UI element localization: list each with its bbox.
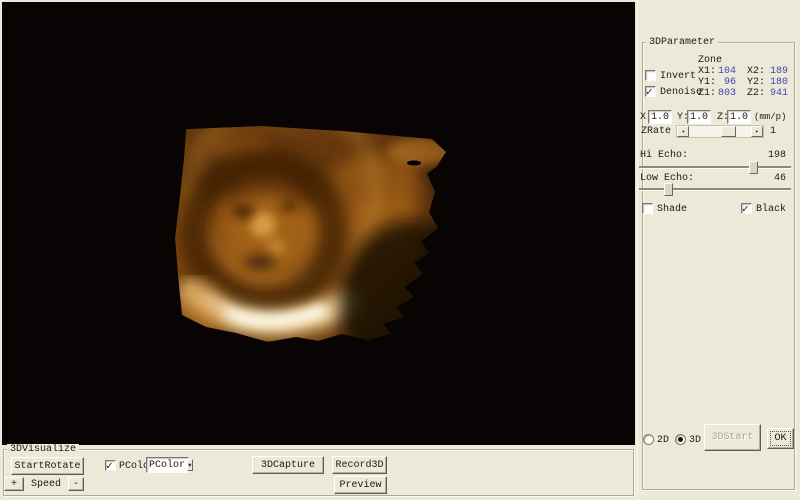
hi-echo-label: Hi Echo: [640,150,689,161]
render-viewport[interactable] [2,2,635,445]
zone-z2-value: 941 [769,88,788,99]
zone-y2-value: 180 [769,77,788,88]
ultrasound-render [2,2,635,445]
mode-3d-radio[interactable] [675,434,686,445]
black-checkbox[interactable] [741,202,752,216]
3dcapture-button[interactable]: 3DCapture [252,456,324,474]
pcolor-select[interactable]: PColor ▼ [146,457,193,473]
pcolor-select-arrow-icon[interactable]: ▼ [187,459,193,471]
start-rotate-button[interactable]: StartRotate [11,457,84,475]
speed-plus-button[interactable]: + [4,477,24,491]
parameter-panel-title: 3DParameter [646,37,719,48]
zone-x2-value: 189 [769,66,788,77]
z-scale-input[interactable] [727,110,751,124]
parameter-panel: 3DParameter Invert Denoise Zone X1: 104 … [637,0,800,500]
zone-x1-value: 104 [717,66,736,77]
zrate-scrollbar[interactable]: ◂ ▸ [676,125,764,138]
zrate-value: 1 [770,126,777,137]
record3d-button[interactable]: Record3D [332,456,387,474]
pcolor-select-value: PColor [149,459,186,471]
3dstart-button[interactable]: 3DStart [704,424,761,451]
denoise-checkbox[interactable] [645,85,656,99]
invert-checkbox[interactable] [645,70,656,81]
low-echo-slider-thumb[interactable] [664,183,673,196]
zone-label: Zone [698,55,723,66]
app-window: { "window": { "background_color": "#ece9… [0,0,800,500]
zone-z1-value: 803 [717,88,736,99]
black-label: Black [756,204,787,215]
preview-button[interactable]: Preview [334,476,387,494]
low-echo-slider-track[interactable] [639,188,791,191]
y-scale-input[interactable] [687,110,711,124]
mode-3d-label: 3D [689,435,702,446]
zone-y1-value: 96 [723,77,736,88]
speed-label: Speed [31,479,62,490]
mode-2d-radio[interactable] [643,434,654,445]
scale-unit-label: (mm/p) [754,112,787,122]
zrate-left-arrow-icon[interactable]: ◂ [677,126,689,137]
hi-echo-value: 198 [767,150,786,161]
zrate-scrollbar-thumb[interactable] [721,126,736,137]
hi-echo-slider-track[interactable] [639,166,791,169]
zrate-right-arrow-icon[interactable]: ▸ [751,126,763,137]
mode-2d-label: 2D [657,435,670,446]
visualize-panel-title: 3DVisualize [7,444,80,455]
speed-minus-button[interactable]: - [68,477,84,491]
ok-button[interactable]: OK [767,428,794,449]
visualize-panel: 3DVisualize StartRotate + Speed - PColor… [0,444,637,500]
x-scale-input[interactable] [648,110,672,124]
shade-checkbox[interactable] [642,203,653,214]
pcolor-checkbox[interactable] [105,459,116,473]
low-echo-value: 46 [773,173,786,184]
denoise-label: Denoise [660,87,703,98]
zrate-label: ZRate [641,126,672,137]
invert-label: Invert [660,71,697,82]
shade-label: Shade [657,204,688,215]
